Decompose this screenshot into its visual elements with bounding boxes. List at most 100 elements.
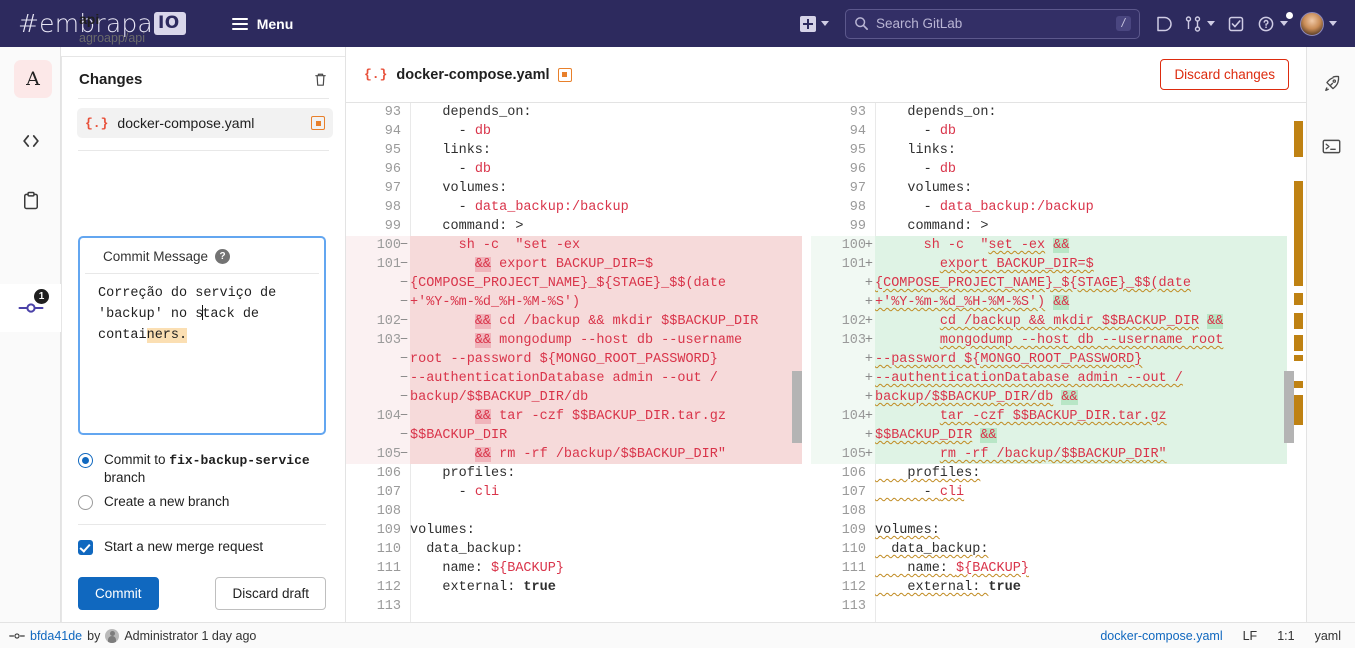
- sidebar-item-review[interactable]: [0, 177, 61, 225]
- status-cursor-position[interactable]: 1:1: [1277, 629, 1294, 643]
- terminal-button[interactable]: [1307, 123, 1355, 169]
- scrollbar-thumb[interactable]: [792, 371, 802, 443]
- todos-button[interactable]: [1221, 10, 1251, 38]
- code-line[interactable]: external: true: [875, 578, 1287, 597]
- status-file-name[interactable]: docker-compose.yaml: [1100, 629, 1222, 643]
- pipelines-button[interactable]: [1307, 61, 1355, 107]
- code-line[interactable]: backup/$$BACKUP_DIR/db: [410, 388, 802, 407]
- radio-button-selected[interactable]: [78, 453, 93, 468]
- code-line[interactable]: $$BACKUP_DIR &&: [875, 426, 1287, 445]
- code-line[interactable]: name: ${BACKUP}: [410, 559, 802, 578]
- merge-requests-button[interactable]: [1178, 10, 1221, 38]
- commit-message-input[interactable]: Correção do serviço de 'backup' no stack…: [80, 274, 324, 346]
- status-language-mode[interactable]: yaml: [1315, 629, 1341, 643]
- code-token: -: [410, 200, 475, 215]
- code-line[interactable]: && tar -czf $$BACKUP_DIR.tar.gz: [410, 407, 802, 426]
- code-line[interactable]: {COMPOSE_PROJECT_NAME}_${STAGE}_$$(date: [410, 274, 802, 293]
- status-eol[interactable]: LF: [1243, 629, 1258, 643]
- code-line[interactable]: - cli: [410, 483, 802, 502]
- right-activity-rail: [1306, 47, 1355, 622]
- code-line[interactable]: - db: [410, 160, 802, 179]
- code-line[interactable]: sh -c "set -ex &&: [875, 236, 1287, 255]
- code-line[interactable]: volumes:: [410, 179, 802, 198]
- radio-commit-to-branch[interactable]: Commit to fix-backup-service branch: [78, 451, 326, 486]
- code-line[interactable]: - cli: [875, 483, 1287, 502]
- code-content-modified[interactable]: depends_on: - db links: - db volumes: - …: [875, 103, 1287, 622]
- code-token: $$BACKUP_DIR: [875, 428, 973, 443]
- code-line[interactable]: [875, 597, 1287, 616]
- code-line[interactable]: root --password ${MONGO_ROOT_PASSWORD}: [410, 350, 802, 369]
- code-content-original[interactable]: depends_on: - db links: - db volumes: - …: [410, 103, 802, 622]
- code-line[interactable]: cd /backup && mkdir $$BACKUP_DIR &&: [875, 312, 1287, 331]
- discard-changes-button[interactable]: Discard changes: [1160, 59, 1289, 90]
- code-line[interactable]: volumes:: [875, 179, 1287, 198]
- overview-ruler-thumb[interactable]: [1284, 371, 1294, 443]
- code-line[interactable]: --password ${MONGO_ROOT_PASSWORD}: [875, 350, 1287, 369]
- create-new-button[interactable]: [794, 11, 835, 37]
- code-line[interactable]: - data_backup:/backup: [875, 198, 1287, 217]
- code-line[interactable]: depends_on:: [875, 103, 1287, 122]
- code-line[interactable]: - db: [875, 160, 1287, 179]
- help-button[interactable]: [1251, 10, 1294, 38]
- code-line[interactable]: $$BACKUP_DIR: [410, 426, 802, 445]
- sidebar-item-commit[interactable]: 1: [0, 284, 61, 332]
- trash-icon[interactable]: [312, 71, 329, 88]
- issues-button[interactable]: [1148, 10, 1178, 38]
- code-line[interactable]: command: >: [875, 217, 1287, 236]
- code-line[interactable]: command: >: [410, 217, 802, 236]
- code-line[interactable]: [410, 597, 802, 616]
- code-line[interactable]: data_backup:: [875, 540, 1287, 559]
- diff-pane-original[interactable]: 93 94 95 96 97 98 99 100−101− − −102−103− − − −104− −…: [346, 103, 802, 622]
- commit-button[interactable]: Commit: [78, 577, 159, 610]
- radio-create-new-branch[interactable]: Create a new branch: [78, 493, 326, 510]
- code-line[interactable]: rm -rf /backup/$$BACKUP_DIR": [875, 445, 1287, 464]
- code-line[interactable]: && rm -rf /backup/$$BACKUP_DIR": [410, 445, 802, 464]
- help-question-icon[interactable]: ?: [215, 249, 231, 264]
- radio-button-unselected[interactable]: [78, 495, 93, 510]
- checkbox-checked[interactable]: [78, 540, 93, 555]
- code-line[interactable]: name: ${BACKUP}: [875, 559, 1287, 578]
- commit-message-box[interactable]: Commit Message ? Correção do serviço de …: [78, 236, 326, 435]
- code-line[interactable]: && mongodump --host db --username: [410, 331, 802, 350]
- code-line[interactable]: {COMPOSE_PROJECT_NAME}_${STAGE}_$$(date: [875, 274, 1287, 293]
- diff-scrollbar[interactable]: [792, 103, 802, 622]
- code-line[interactable]: - db: [410, 122, 802, 141]
- code-line[interactable]: mongodump --host db --username root: [875, 331, 1287, 350]
- code-line[interactable]: --authenticationDatabase admin --out /: [875, 369, 1287, 388]
- code-line[interactable]: links:: [875, 141, 1287, 160]
- code-line[interactable]: - data_backup:/backup: [410, 198, 802, 217]
- changed-file-item[interactable]: {.} docker-compose.yaml: [77, 108, 333, 138]
- code-line[interactable]: [875, 502, 1287, 521]
- code-line[interactable]: links:: [410, 141, 802, 160]
- code-line[interactable]: sh -c "set -ex: [410, 236, 802, 255]
- chevron-down-icon: [1280, 21, 1288, 26]
- code-line[interactable]: profiles:: [875, 464, 1287, 483]
- diff-pane-modified[interactable]: 93 94 95 96 97 98 99 100 +101 + + +102 +103 + + + +104 + +…: [811, 103, 1307, 622]
- code-line[interactable]: backup/$$BACKUP_DIR/db &&: [875, 388, 1287, 407]
- code-line[interactable]: && export BACKUP_DIR=$: [410, 255, 802, 274]
- code-line[interactable]: +'%Y-%m-%d_%H-%M-%S'): [410, 293, 802, 312]
- search-input[interactable]: Search GitLab /: [845, 8, 1140, 39]
- discard-draft-button[interactable]: Discard draft: [215, 577, 326, 610]
- code-line[interactable]: export BACKUP_DIR=$: [875, 255, 1287, 274]
- checkbox-start-merge-request[interactable]: Start a new merge request: [78, 538, 326, 555]
- ruler-warning-mark: [1294, 335, 1303, 351]
- code-line[interactable]: volumes:: [875, 521, 1287, 540]
- commit-sha-link[interactable]: bfda41de: [30, 629, 82, 643]
- sidebar-item-edit[interactable]: [0, 117, 61, 165]
- code-line[interactable]: depends_on:: [410, 103, 802, 122]
- code-line[interactable]: tar -czf $$BACKUP_DIR.tar.gz: [875, 407, 1287, 426]
- code-line[interactable]: && cd /backup && mkdir $$BACKUP_DIR: [410, 312, 802, 331]
- code-line[interactable]: - db: [875, 122, 1287, 141]
- user-menu-button[interactable]: [1294, 7, 1343, 41]
- overview-ruler[interactable]: [1284, 103, 1306, 622]
- code-line[interactable]: external: true: [410, 578, 802, 597]
- code-line[interactable]: --authenticationDatabase admin --out /: [410, 369, 802, 388]
- code-line[interactable]: data_backup:: [410, 540, 802, 559]
- code-line[interactable]: volumes:: [410, 521, 802, 540]
- code-line[interactable]: [410, 502, 802, 521]
- code-line[interactable]: profiles:: [410, 464, 802, 483]
- code-line[interactable]: +'%Y-%m-%d_%H-%M-%S') &&: [875, 293, 1287, 312]
- code-token: &&: [474, 447, 492, 462]
